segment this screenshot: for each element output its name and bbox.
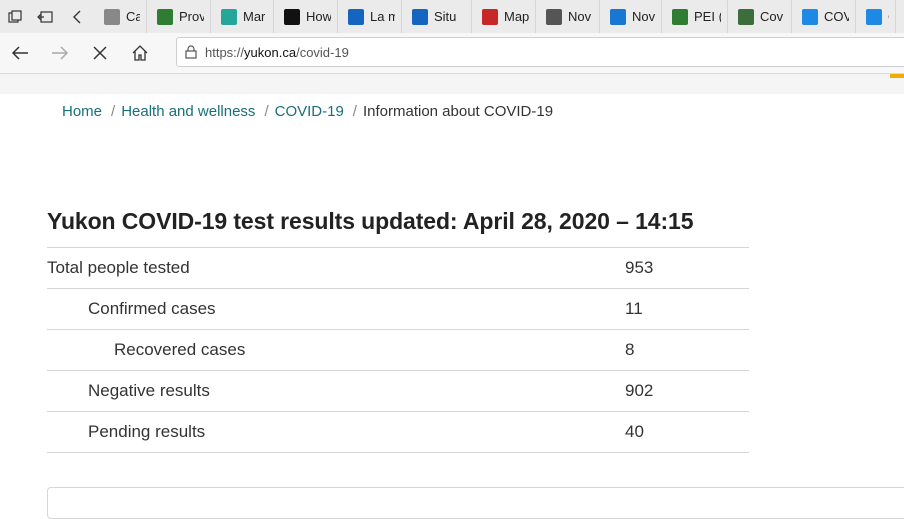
quebec-fleur-icon — [348, 8, 364, 25]
browser-tab[interactable]: Mar — [211, 0, 274, 33]
home-button[interactable] — [120, 33, 160, 73]
generic-page-icon — [104, 8, 120, 25]
browser-tab[interactable]: Prov — [147, 0, 211, 33]
tab-label: How — [306, 9, 331, 24]
row-value: 953 — [625, 247, 749, 289]
table-row-pending: Pending results 40 — [47, 411, 749, 453]
url-prefix: https:// — [205, 44, 245, 60]
red-pen-icon — [482, 8, 498, 25]
breadcrumb-separator: / — [111, 103, 116, 120]
tab-label: Case — [126, 9, 140, 24]
quebec-fleur-icon — [412, 8, 428, 25]
globe-seal-icon — [738, 8, 754, 25]
header-accent — [890, 74, 904, 78]
close-icon — [93, 46, 107, 60]
browser-tab[interactable]: PEI ( — [662, 0, 728, 33]
tab-label: Nov — [568, 9, 592, 24]
back-arrow-icon — [11, 46, 28, 60]
tab-label: Cov — [760, 9, 784, 24]
url-host: yukon.ca — [244, 44, 297, 60]
browser-tab[interactable]: Cov — [728, 0, 792, 33]
browser-tab[interactable]: COV — [792, 0, 856, 33]
navigation-bar: https://yukon.ca/covid-19 — [0, 33, 904, 74]
row-label: Recovered cases — [47, 329, 625, 371]
browser-tab[interactable]: Case — [94, 0, 147, 33]
url-text: https://yukon.ca/covid-19 — [205, 45, 349, 60]
breadcrumb: Home / Health and wellness / COVID-19 / … — [62, 103, 553, 120]
back-button[interactable] — [0, 33, 40, 73]
tab-label: C — [888, 9, 889, 24]
tab-label: PEI ( — [694, 9, 721, 24]
tab-scroll-left-icon[interactable] — [60, 0, 94, 33]
tab-label: Nov — [632, 9, 655, 24]
breadcrumb-current: Information about COVID-19 — [362, 103, 554, 120]
url-path: /covid-19 — [296, 44, 349, 60]
row-value: 40 — [625, 411, 749, 453]
forward-arrow-icon — [52, 46, 69, 60]
nova-scotia-icon — [546, 8, 562, 25]
browser-tab[interactable]: La m — [338, 0, 402, 33]
browser-tab[interactable]: How — [274, 0, 338, 33]
table-row-confirmed: Confirmed cases 11 — [47, 288, 749, 330]
forward-button[interactable] — [40, 33, 80, 73]
set-tabs-aside-icon[interactable] — [30, 0, 60, 33]
table-row-recovered: Recovered cases 8 — [47, 329, 749, 371]
browser-tab[interactable]: Situ — [402, 0, 472, 33]
browser-tab[interactable]: Nov — [536, 0, 600, 33]
ontario-trillium-icon — [284, 8, 300, 25]
row-label: Total people tested — [47, 247, 625, 289]
tab-label: La m — [370, 9, 395, 24]
tab-label: Map — [504, 9, 529, 24]
table-row-negative: Negative results 902 — [47, 370, 749, 412]
nova-scotia-flag-icon — [610, 8, 626, 25]
row-label: Negative results — [47, 370, 625, 412]
page-header-band — [0, 74, 904, 94]
teal-logo-icon — [221, 8, 237, 25]
tab-label: Situ — [434, 9, 457, 24]
home-icon — [132, 45, 148, 61]
breadcrumb-home-link[interactable]: Home — [62, 103, 102, 120]
row-label: Pending results — [47, 411, 625, 453]
row-value: 902 — [625, 370, 749, 412]
nunavut-icon — [802, 8, 818, 25]
pei-tree-icon — [672, 8, 688, 25]
row-label: Confirmed cases — [47, 288, 625, 330]
test-results-table: Total people tested 953 Confirmed cases … — [47, 247, 749, 453]
lock-icon — [185, 45, 197, 59]
row-value: 11 — [625, 288, 749, 330]
breadcrumb-covid-link[interactable]: COVID-19 — [275, 103, 344, 120]
content-panel — [47, 487, 904, 519]
blue-arc-icon — [866, 8, 882, 25]
browser-tab[interactable]: Map — [472, 0, 536, 33]
browser-tab[interactable]: C — [856, 0, 896, 33]
browser-tab[interactable]: Nov — [600, 0, 662, 33]
green-flag-icon — [157, 8, 173, 25]
address-bar[interactable]: https://yukon.ca/covid-19 — [176, 37, 904, 67]
tab-label: Prov — [179, 9, 204, 24]
tab-strip: Case Prov Mar How La m Situ Map Nov Nov PEI ( Cov C… — [0, 0, 904, 33]
tab-label: COV — [824, 9, 849, 24]
breadcrumb-health-link[interactable]: Health and wellness — [121, 103, 255, 120]
stop-loading-button[interactable] — [80, 33, 120, 73]
row-value: 8 — [625, 329, 749, 371]
breadcrumb-separator: / — [264, 103, 269, 120]
tab-label: Mar — [243, 9, 266, 24]
breadcrumb-separator: / — [352, 103, 357, 120]
table-row-total-tested: Total people tested 953 — [47, 247, 749, 289]
tab-actions-icon[interactable] — [0, 0, 30, 33]
page-title: Yukon COVID-19 test results updated: Apr… — [47, 208, 694, 234]
